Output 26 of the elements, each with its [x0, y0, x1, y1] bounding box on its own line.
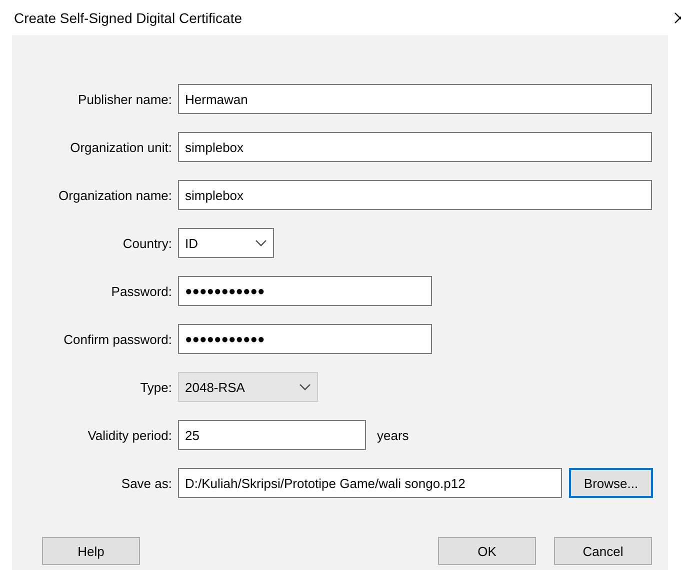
input-field[interactable]: simplebox — [178, 180, 652, 210]
close-icon[interactable] — [674, 12, 681, 24]
browse-button[interactable]: Browse... — [569, 468, 653, 498]
field-label: Type: — [140, 380, 172, 394]
field-label: Organization unit: — [70, 140, 172, 154]
window-title: Create Self-Signed Digital Certificate — [14, 10, 242, 26]
dialog-button[interactable]: OK — [438, 537, 536, 565]
dropdown[interactable]: ID — [178, 228, 274, 258]
unit-label: years — [377, 428, 409, 442]
input-field[interactable]: 25 — [178, 420, 366, 450]
help-button[interactable]: Help — [42, 537, 140, 565]
field-label: Validity period: — [88, 428, 172, 442]
field-label: Password: — [111, 284, 172, 298]
input-field[interactable]: simplebox — [178, 132, 652, 162]
field-label: Publisher name: — [78, 92, 172, 106]
input-field[interactable]: Hermawan — [178, 84, 652, 114]
password-field[interactable]: ●●●●●●●●●●● — [178, 276, 432, 306]
dialog-button[interactable]: Cancel — [554, 537, 652, 565]
chevron-down-icon — [255, 239, 267, 247]
input-field[interactable]: D:/Kuliah/Skripsi/Prototipe Game/wali songo.p12 — [178, 468, 562, 498]
chevron-down-icon — [299, 383, 311, 391]
field-label: Confirm password: — [64, 332, 172, 346]
field-label: Country: — [122, 236, 172, 250]
field-label: Save as: — [121, 476, 172, 490]
field-label: Organization name: — [58, 188, 172, 202]
password-field[interactable]: ●●●●●●●●●●● — [178, 324, 432, 354]
